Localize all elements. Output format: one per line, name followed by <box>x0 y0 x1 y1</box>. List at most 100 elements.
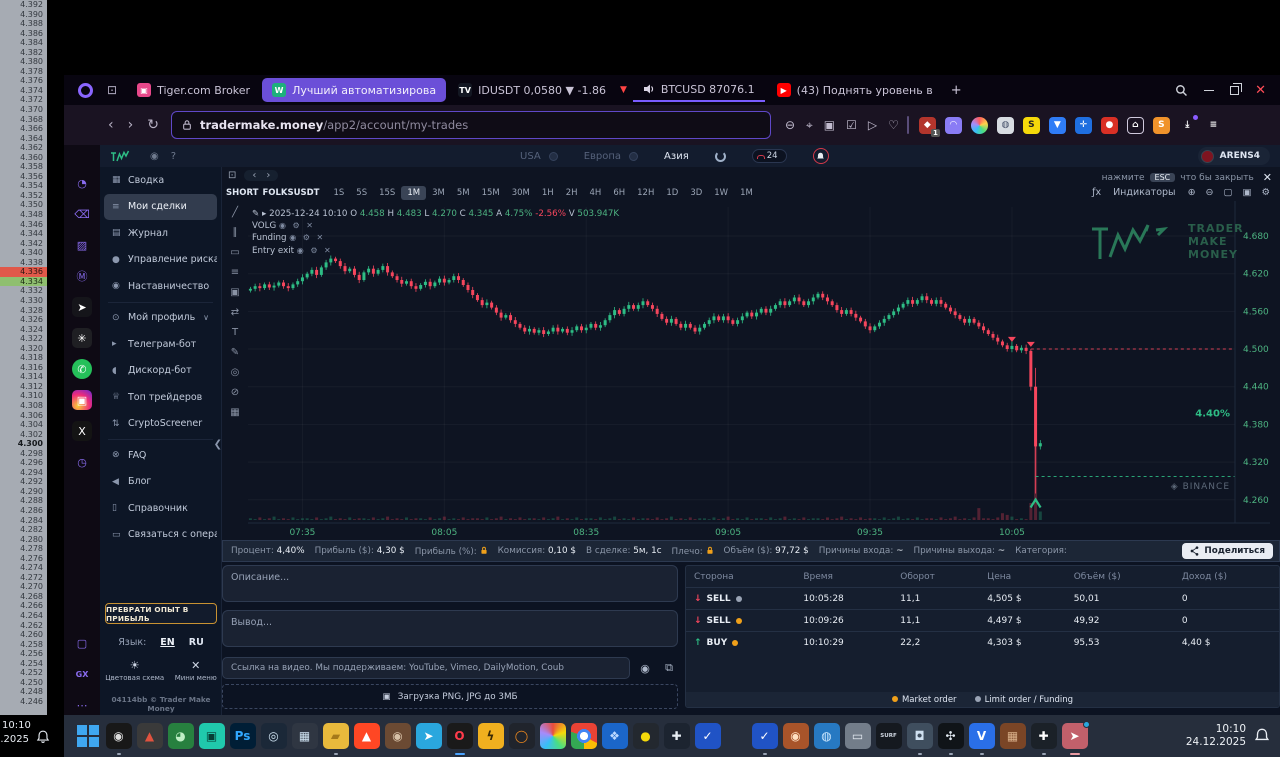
tab-youtube[interactable]: ▶ (43) Поднять уровень в <box>767 78 943 102</box>
x-icon[interactable]: X <box>72 421 92 441</box>
sidebar-item-summary[interactable]: ▦ Сводка <box>104 167 217 194</box>
ext-download[interactable]: ⤓ <box>1179 114 1198 134</box>
shapes-icon[interactable]: ▣ <box>230 287 239 298</box>
address-bar[interactable]: tradermake.money/app2/account/my-trades <box>170 111 771 139</box>
taskbar-teal-camera-app[interactable]: ▣ <box>198 723 225 749</box>
indicator-row-entry-exit[interactable]: Entry exit ◉ ⚙ ✕ <box>252 245 619 257</box>
taskbar-brown-app[interactable]: ◉ <box>384 723 411 749</box>
ladder-price[interactable]: 4.356 <box>0 172 47 182</box>
taskbar-v-blue-app[interactable]: ✓ <box>694 723 721 749</box>
ladder-price[interactable]: 4.362 <box>0 143 47 153</box>
ladder-price[interactable]: 4.306 <box>0 411 47 421</box>
ladder-price[interactable]: 4.390 <box>0 10 47 20</box>
ladder-price[interactable]: 4.310 <box>0 391 47 401</box>
taskbar-plus-dark-app[interactable]: ✚ <box>663 723 690 749</box>
ladder-price[interactable]: 4.360 <box>0 153 47 163</box>
timeframe-6H-11[interactable]: 6H <box>607 186 631 200</box>
magnet-icon[interactable]: ⊘ <box>231 387 239 398</box>
timeframe-30M-7[interactable]: 30M <box>506 186 536 200</box>
tab-btcusd[interactable]: BTCUSD 87076.1 <box>632 78 765 102</box>
history-icon[interactable]: ◷ <box>72 452 92 472</box>
taskbar-brave[interactable]: ▲ <box>353 723 380 749</box>
taskbar-case-app[interactable]: ◘ <box>906 723 933 755</box>
taskbar-opera[interactable]: O <box>446 723 473 755</box>
ladder-price[interactable]: 4.328 <box>0 306 47 316</box>
help-icon[interactable]: ? <box>171 151 176 162</box>
share-button[interactable]: Поделиться <box>1182 543 1273 559</box>
timeframe-5S-1[interactable]: 5S <box>350 186 373 200</box>
stat-причинывыхода[interactable]: Причины выхода: ~ <box>913 546 1005 557</box>
gx-icon[interactable]: GX <box>72 664 92 684</box>
more-icon[interactable]: ⋯ <box>72 695 92 715</box>
conclusion-textarea[interactable] <box>222 610 678 647</box>
ladder-price[interactable]: 4.392 <box>0 0 47 10</box>
ladder-price[interactable]: 4.338 <box>0 258 47 268</box>
flow-icon[interactable]: ▷ <box>868 118 877 132</box>
chart-panel[interactable]: 4.40% ◈ BINANCE 4.680 4.620 4.560 4.500 4.440 4… <box>222 167 1280 540</box>
reload-button[interactable]: ↻ <box>147 117 159 133</box>
ext-phantom[interactable]: ◠ <box>944 116 962 134</box>
image-upload-dropzone[interactable]: ▣ Загрузка PNG, JPG до 3МБ <box>222 684 678 709</box>
timeframe-2H-9[interactable]: 2H <box>560 186 584 200</box>
ladder-price[interactable]: 4.332 <box>0 286 47 296</box>
close-button[interactable]: ✕ <box>1255 83 1266 98</box>
ladder-price[interactable]: 4.330 <box>0 296 47 306</box>
snapshot-icon[interactable]: ▣ <box>1242 187 1251 198</box>
start-button[interactable] <box>75 723 101 749</box>
ladder-price[interactable]: 4.312 <box>0 382 47 392</box>
timeframe-15M-6[interactable]: 15M <box>476 186 506 200</box>
ladder-price[interactable]: 4.266 <box>0 601 47 611</box>
table-row[interactable]: ↑ BUY 10:10:29 22,2 4,303 $95,53 4,40 $ <box>686 631 1279 653</box>
timeframe-1M-16[interactable]: 1M <box>734 186 759 200</box>
ladder-price[interactable]: 4.300 <box>0 439 47 449</box>
taskbar-surf-app[interactable]: SURF <box>875 723 902 749</box>
ladder-price[interactable]: 4.286 <box>0 506 47 516</box>
trend-line-icon[interactable]: ╱ <box>232 207 238 218</box>
taskbar-cyberduck[interactable]: ● <box>632 723 659 749</box>
sidebar-item-mentoring[interactable]: ◉ Наставничество <box>104 273 217 300</box>
list-icon[interactable]: ≡ <box>231 267 239 278</box>
close-chart-icon[interactable]: ✕ <box>1263 171 1272 184</box>
chevron-down-icon[interactable]: ∨ <box>203 313 209 322</box>
pinned-app-icon[interactable]: ➤ <box>72 297 92 317</box>
taskbar-photoshop[interactable]: Ps <box>229 723 256 749</box>
taskbar-steam[interactable]: ◎ <box>260 723 287 749</box>
ladder-price[interactable]: 4.334 <box>0 276 47 287</box>
replay-icon[interactable]: ⇄ <box>231 307 239 318</box>
timeframe-1H-8[interactable]: 1H <box>536 186 560 200</box>
fear-greed-gauge[interactable]: 24 <box>751 149 787 163</box>
ladder-price[interactable]: 4.304 <box>0 420 47 430</box>
session-toggle[interactable] <box>629 151 639 161</box>
video-play-button[interactable]: ◉ <box>636 659 654 677</box>
sidebar-item-discord-bot[interactable]: ◖ Дискорд-бот <box>104 358 217 385</box>
ladder-price[interactable]: 4.252 <box>0 668 47 678</box>
minimize-button[interactable] <box>1204 89 1215 91</box>
taskbar-v-blue-2[interactable]: ✓ <box>751 723 778 755</box>
timeframe-12H-12[interactable]: 12H <box>631 186 660 200</box>
chart-settings-icon[interactable]: ⚙ <box>1261 187 1270 198</box>
ladder-price[interactable]: 4.316 <box>0 363 47 373</box>
taskbar-clock[interactable]: 10:10 24.12.2025 <box>1186 723 1254 749</box>
notification-icon[interactable] <box>36 730 50 744</box>
ladder-price[interactable]: 4.342 <box>0 239 47 249</box>
ladder-price[interactable]: 4.280 <box>0 535 47 545</box>
taskbar-file-explorer[interactable]: ▰ <box>322 723 349 755</box>
ladder-price[interactable]: 4.344 <box>0 229 47 239</box>
taskbar-earth-app[interactable]: ◍ <box>813 723 840 749</box>
ladder-price[interactable]: 4.384 <box>0 38 47 48</box>
ladder-price[interactable]: 4.296 <box>0 458 47 468</box>
ladder-price[interactable]: 4.388 <box>0 19 47 29</box>
sidebar-item-risk[interactable]: ● Управление рисками <box>104 247 217 274</box>
taskbar-calculator[interactable]: ▦ <box>291 723 318 749</box>
ladder-price[interactable]: 4.274 <box>0 563 47 573</box>
taskbar-amber-app[interactable]: ◉ <box>782 723 809 749</box>
sidebar-item-faq[interactable]: ⊗ FAQ <box>104 442 217 469</box>
tab-tmm[interactable]: W Лучший автоматизирова <box>262 78 447 102</box>
taskbar-photos[interactable]: ❖ <box>601 723 628 749</box>
language-en[interactable]: EN <box>160 637 174 648</box>
ladder-price[interactable]: 4.380 <box>0 57 47 67</box>
ladder-price[interactable]: 4.350 <box>0 200 47 210</box>
stat-причинывхода[interactable]: Причины входа: ~ <box>819 546 904 557</box>
timeframe-1D-13[interactable]: 1D <box>660 186 684 200</box>
taskbar-green-orb-app[interactable]: ◕ <box>167 723 194 749</box>
